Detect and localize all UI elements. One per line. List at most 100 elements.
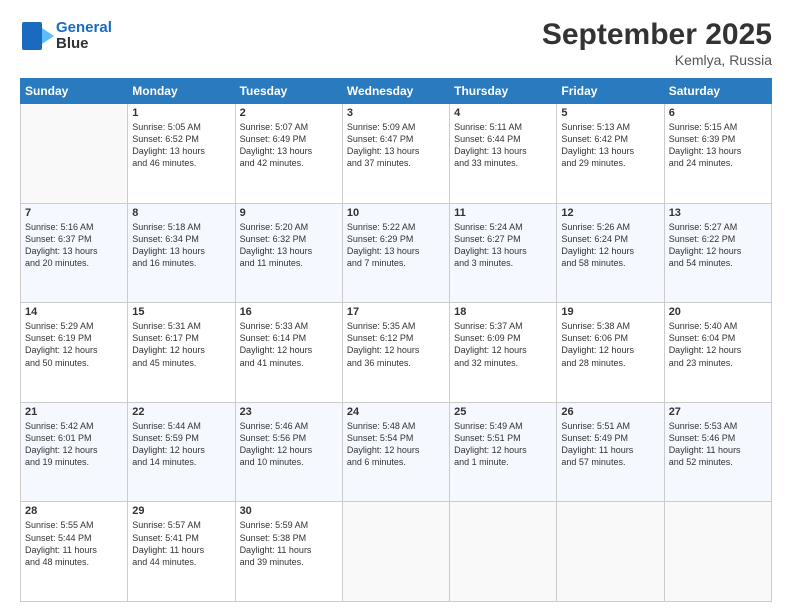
calendar-cell: 5 Sunrise: 5:13 AM Sunset: 6:42 PM Daylig… bbox=[557, 104, 664, 204]
day-number: 23 bbox=[240, 406, 338, 418]
calendar-cell: 8Sunrise: 5:18 AM Sunset: 6:34 PM Daylig… bbox=[128, 203, 235, 303]
day-number: 10 bbox=[347, 207, 445, 219]
calendar-cell bbox=[21, 104, 128, 204]
day-info: Sunrise: 5:27 AM Sunset: 6:22 PM Dayligh… bbox=[669, 221, 767, 270]
calendar-cell: 2 Sunrise: 5:07 AM Sunset: 6:49 PM Daylig… bbox=[235, 104, 342, 204]
col-header-monday: Monday bbox=[128, 79, 235, 104]
calendar-cell: 9 Sunrise: 5:20 AM Sunset: 6:32 PM Daylig… bbox=[235, 203, 342, 303]
page: GeneralBlue September 2025 Kemlya, Russi… bbox=[0, 0, 792, 612]
day-number: 25 bbox=[454, 406, 552, 418]
title-block: September 2025 Kemlya, Russia bbox=[542, 18, 772, 68]
calendar-cell: 19Sunrise: 5:38 AM Sunset: 6:06 PM Dayli… bbox=[557, 303, 664, 403]
week-row-3: 14 Sunrise: 5:29 AM Sunset: 6:19 PM Dayli… bbox=[21, 303, 772, 403]
calendar-cell: 12Sunrise: 5:26 AM Sunset: 6:24 PM Dayli… bbox=[557, 203, 664, 303]
calendar-cell: 28Sunrise: 5:55 AM Sunset: 5:44 PM Dayli… bbox=[21, 502, 128, 602]
week-row-2: 7Sunrise: 5:16 AM Sunset: 6:37 PM Daylig… bbox=[21, 203, 772, 303]
day-number: 20 bbox=[669, 306, 767, 318]
day-info: Sunrise: 5:46 AM Sunset: 5:56 PM Dayligh… bbox=[240, 420, 338, 469]
col-header-saturday: Saturday bbox=[664, 79, 771, 104]
logo-svg-icon bbox=[20, 18, 56, 54]
day-info: Sunrise: 5:51 AM Sunset: 5:49 PM Dayligh… bbox=[561, 420, 659, 469]
week-row-4: 21Sunrise: 5:42 AM Sunset: 6:01 PM Dayli… bbox=[21, 402, 772, 502]
day-number: 14 bbox=[25, 306, 123, 318]
day-info: Sunrise: 5:15 AM Sunset: 6:39 PM Dayligh… bbox=[669, 121, 767, 170]
calendar-cell: 26 Sunrise: 5:51 AM Sunset: 5:49 PM Dayli… bbox=[557, 402, 664, 502]
day-number: 15 bbox=[132, 306, 230, 318]
calendar-cell: 17 Sunrise: 5:35 AM Sunset: 6:12 PM Dayli… bbox=[342, 303, 449, 403]
day-info: Sunrise: 5:59 AM Sunset: 5:38 PM Dayligh… bbox=[240, 519, 338, 568]
day-number: 29 bbox=[132, 505, 230, 517]
week-row-1: 1Sunrise: 5:05 AM Sunset: 6:52 PM Daylig… bbox=[21, 104, 772, 204]
day-number: 1 bbox=[132, 107, 230, 119]
calendar-cell: 22 Sunrise: 5:44 AM Sunset: 5:59 PM Dayli… bbox=[128, 402, 235, 502]
day-number: 3 bbox=[347, 107, 445, 119]
day-info: Sunrise: 5:22 AM Sunset: 6:29 PM Dayligh… bbox=[347, 221, 445, 270]
col-header-sunday: Sunday bbox=[21, 79, 128, 104]
day-number: 17 bbox=[347, 306, 445, 318]
day-info: Sunrise: 5:31 AM Sunset: 6:17 PM Dayligh… bbox=[132, 320, 230, 369]
col-header-thursday: Thursday bbox=[450, 79, 557, 104]
day-number: 6 bbox=[669, 107, 767, 119]
day-info: Sunrise: 5:44 AM Sunset: 5:59 PM Dayligh… bbox=[132, 420, 230, 469]
logo-text: GeneralBlue bbox=[56, 20, 112, 53]
day-info: Sunrise: 5:13 AM Sunset: 6:42 PM Dayligh… bbox=[561, 121, 659, 170]
day-info: Sunrise: 5:37 AM Sunset: 6:09 PM Dayligh… bbox=[454, 320, 552, 369]
day-number: 11 bbox=[454, 207, 552, 219]
day-info: Sunrise: 5:57 AM Sunset: 5:41 PM Dayligh… bbox=[132, 519, 230, 568]
calendar-cell bbox=[664, 502, 771, 602]
calendar-cell: 14 Sunrise: 5:29 AM Sunset: 6:19 PM Dayli… bbox=[21, 303, 128, 403]
day-info: Sunrise: 5:09 AM Sunset: 6:47 PM Dayligh… bbox=[347, 121, 445, 170]
header: GeneralBlue September 2025 Kemlya, Russi… bbox=[20, 18, 772, 68]
day-number: 26 bbox=[561, 406, 659, 418]
calendar-cell: 30 Sunrise: 5:59 AM Sunset: 5:38 PM Dayli… bbox=[235, 502, 342, 602]
day-number: 30 bbox=[240, 505, 338, 517]
calendar-cell: 20 Sunrise: 5:40 AM Sunset: 6:04 PM Dayli… bbox=[664, 303, 771, 403]
day-info: Sunrise: 5:35 AM Sunset: 6:12 PM Dayligh… bbox=[347, 320, 445, 369]
col-header-tuesday: Tuesday bbox=[235, 79, 342, 104]
day-number: 5 bbox=[561, 107, 659, 119]
calendar-cell: 11Sunrise: 5:24 AM Sunset: 6:27 PM Dayli… bbox=[450, 203, 557, 303]
col-header-friday: Friday bbox=[557, 79, 664, 104]
day-info: Sunrise: 5:26 AM Sunset: 6:24 PM Dayligh… bbox=[561, 221, 659, 270]
day-info: Sunrise: 5:29 AM Sunset: 6:19 PM Dayligh… bbox=[25, 320, 123, 369]
calendar-cell: 24 Sunrise: 5:48 AM Sunset: 5:54 PM Dayli… bbox=[342, 402, 449, 502]
day-info: Sunrise: 5:33 AM Sunset: 6:14 PM Dayligh… bbox=[240, 320, 338, 369]
day-number: 24 bbox=[347, 406, 445, 418]
day-info: Sunrise: 5:48 AM Sunset: 5:54 PM Dayligh… bbox=[347, 420, 445, 469]
calendar-cell: 27 Sunrise: 5:53 AM Sunset: 5:46 PM Dayli… bbox=[664, 402, 771, 502]
day-info: Sunrise: 5:53 AM Sunset: 5:46 PM Dayligh… bbox=[669, 420, 767, 469]
day-number: 21 bbox=[25, 406, 123, 418]
week-row-5: 28Sunrise: 5:55 AM Sunset: 5:44 PM Dayli… bbox=[21, 502, 772, 602]
month-title: September 2025 bbox=[542, 18, 772, 52]
calendar-cell: 10 Sunrise: 5:22 AM Sunset: 6:29 PM Dayli… bbox=[342, 203, 449, 303]
day-info: Sunrise: 5:55 AM Sunset: 5:44 PM Dayligh… bbox=[25, 519, 123, 568]
day-info: Sunrise: 5:49 AM Sunset: 5:51 PM Dayligh… bbox=[454, 420, 552, 469]
day-number: 18 bbox=[454, 306, 552, 318]
day-info: Sunrise: 5:07 AM Sunset: 6:49 PM Dayligh… bbox=[240, 121, 338, 170]
col-header-wednesday: Wednesday bbox=[342, 79, 449, 104]
day-number: 2 bbox=[240, 107, 338, 119]
calendar-cell: 7Sunrise: 5:16 AM Sunset: 6:37 PM Daylig… bbox=[21, 203, 128, 303]
day-number: 13 bbox=[669, 207, 767, 219]
calendar-cell bbox=[342, 502, 449, 602]
calendar-cell: 4Sunrise: 5:11 AM Sunset: 6:44 PM Daylig… bbox=[450, 104, 557, 204]
calendar-cell: 23 Sunrise: 5:46 AM Sunset: 5:56 PM Dayli… bbox=[235, 402, 342, 502]
day-number: 4 bbox=[454, 107, 552, 119]
calendar-cell: 13 Sunrise: 5:27 AM Sunset: 6:22 PM Dayli… bbox=[664, 203, 771, 303]
calendar-cell: 1Sunrise: 5:05 AM Sunset: 6:52 PM Daylig… bbox=[128, 104, 235, 204]
logo: GeneralBlue bbox=[20, 18, 112, 54]
day-info: Sunrise: 5:38 AM Sunset: 6:06 PM Dayligh… bbox=[561, 320, 659, 369]
day-number: 22 bbox=[132, 406, 230, 418]
calendar-cell bbox=[450, 502, 557, 602]
calendar-cell bbox=[557, 502, 664, 602]
day-info: Sunrise: 5:18 AM Sunset: 6:34 PM Dayligh… bbox=[132, 221, 230, 270]
calendar-cell: 6 Sunrise: 5:15 AM Sunset: 6:39 PM Daylig… bbox=[664, 104, 771, 204]
day-number: 27 bbox=[669, 406, 767, 418]
location: Kemlya, Russia bbox=[542, 52, 772, 68]
day-info: Sunrise: 5:20 AM Sunset: 6:32 PM Dayligh… bbox=[240, 221, 338, 270]
calendar-cell: 29 Sunrise: 5:57 AM Sunset: 5:41 PM Dayli… bbox=[128, 502, 235, 602]
day-number: 9 bbox=[240, 207, 338, 219]
day-info: Sunrise: 5:16 AM Sunset: 6:37 PM Dayligh… bbox=[25, 221, 123, 270]
day-info: Sunrise: 5:40 AM Sunset: 6:04 PM Dayligh… bbox=[669, 320, 767, 369]
calendar-cell: 3 Sunrise: 5:09 AM Sunset: 6:47 PM Daylig… bbox=[342, 104, 449, 204]
